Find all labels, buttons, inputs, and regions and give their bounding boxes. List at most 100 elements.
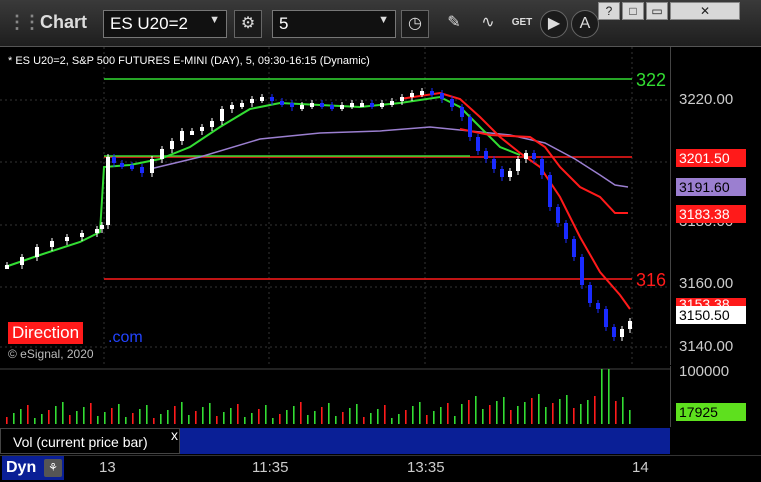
candle-body [612, 327, 616, 337]
candle-body [180, 131, 184, 141]
symbol-input[interactable]: ES U20=2 ▼ [103, 10, 227, 38]
volume-scale[interactable]: 100000 17925 [670, 363, 761, 427]
volume-bar [433, 411, 435, 424]
volume-bar [573, 408, 575, 424]
scale-mode-icon[interactable]: ⚘ [44, 459, 62, 477]
candle-body [516, 159, 520, 171]
volume-legend-bar: Vol (current price bar) x [0, 427, 670, 454]
volume-bar [314, 411, 316, 424]
interval-input[interactable]: 5 ▼ [272, 10, 396, 38]
volume-bar [188, 415, 190, 424]
clock-icon[interactable]: ◷ [401, 10, 429, 38]
volume-bar [545, 407, 547, 424]
candle-body [95, 229, 99, 233]
candle-body [100, 225, 104, 229]
chevron-down-icon[interactable]: ▼ [209, 14, 220, 26]
volume-bar [440, 407, 442, 424]
price-tick: 3160.00 [679, 275, 734, 292]
candle-body [440, 93, 444, 99]
volume-bar [20, 409, 22, 424]
volume-bar [412, 406, 414, 424]
volume-chart[interactable] [0, 366, 670, 427]
price-chart[interactable] [0, 47, 670, 365]
volume-bars [6, 369, 631, 424]
volume-bar [475, 396, 477, 424]
volume-scale-label: 100000 [679, 363, 730, 380]
volume-bar [27, 405, 29, 424]
candle-body [588, 285, 592, 303]
minimize-button-label: ▭ [651, 4, 663, 18]
candle-body [310, 103, 314, 107]
volume-legend[interactable]: Vol (current price bar) [0, 428, 180, 454]
candle-body [140, 167, 144, 173]
gear-icon[interactable]: ⚙ [234, 10, 262, 38]
volume-bar [601, 369, 603, 424]
candle-body [190, 131, 194, 135]
volume-bar [286, 410, 288, 424]
volume-bar [139, 409, 141, 424]
dynamic-mode-label: Dyn [6, 459, 37, 476]
close-button[interactable]: ✕ [670, 2, 740, 20]
candle-body [524, 153, 528, 159]
candle-body [360, 103, 364, 107]
pencil-icon[interactable]: ✎ [440, 10, 468, 38]
play-icon[interactable]: ▶ [540, 10, 568, 38]
volume-bar [223, 412, 225, 424]
candle-body [540, 159, 544, 175]
volume-bar [34, 418, 36, 424]
candle-body [120, 163, 124, 167]
candle-body [390, 101, 394, 105]
time-axis[interactable]: Dyn ⚘ 13 11:35 13:35 14 [0, 455, 761, 482]
candle-body [556, 207, 560, 223]
volume-bar [307, 415, 309, 424]
close-icon[interactable]: x [171, 427, 178, 443]
volume-bar [552, 403, 554, 424]
minimize-button[interactable]: ▭ [646, 2, 668, 20]
candle-body [596, 303, 600, 309]
chevron-down-icon[interactable]: ▼ [378, 14, 389, 26]
time-tick: 14 [632, 459, 649, 476]
candle-body [160, 149, 164, 159]
volume-bar [377, 409, 379, 424]
study-icon[interactable]: ∿ [474, 10, 502, 38]
volume-bar [454, 416, 456, 424]
candle-body [476, 137, 480, 151]
app-title-text: Chart [40, 12, 88, 32]
volume-bar [237, 404, 239, 424]
candle-body [65, 237, 69, 241]
volume-bar [132, 413, 134, 424]
volume-bar [321, 407, 323, 424]
candle-body [200, 127, 204, 131]
price-scale[interactable]: 3220.00 3180.00 3160.00 3140.00 3201.50 … [670, 47, 761, 365]
price-tag: 3191.60 [676, 178, 746, 196]
volume-bar [510, 410, 512, 424]
candle-body [350, 103, 354, 107]
get-icon[interactable]: GET [508, 10, 536, 38]
candles [5, 88, 632, 341]
restore-button[interactable]: □ [622, 2, 644, 20]
volume-bar [90, 403, 92, 424]
volume-bar [76, 411, 78, 424]
volume-bar [559, 399, 561, 424]
volume-bar [62, 402, 64, 424]
candle-body [220, 109, 224, 121]
volume-bar [517, 406, 519, 424]
volume-bar [195, 411, 197, 424]
grip-icon[interactable]: ⋮⋮ [8, 12, 41, 32]
price-tick: 3140.00 [679, 338, 734, 355]
candle-body [250, 99, 254, 103]
candle-body [380, 103, 384, 107]
volume-bar [202, 407, 204, 424]
volume-bar [244, 417, 246, 424]
volume-bar [69, 415, 71, 424]
candle-body [230, 105, 234, 109]
volume-bar [328, 403, 330, 424]
candle-body [548, 175, 552, 207]
help-button[interactable]: ? [598, 2, 620, 20]
candle-body [500, 169, 504, 177]
letter-a-icon[interactable]: A [571, 10, 599, 38]
volume-bar [293, 406, 295, 424]
candle-body [604, 309, 608, 327]
volume-bar [615, 401, 617, 424]
volume-bar [503, 397, 505, 424]
